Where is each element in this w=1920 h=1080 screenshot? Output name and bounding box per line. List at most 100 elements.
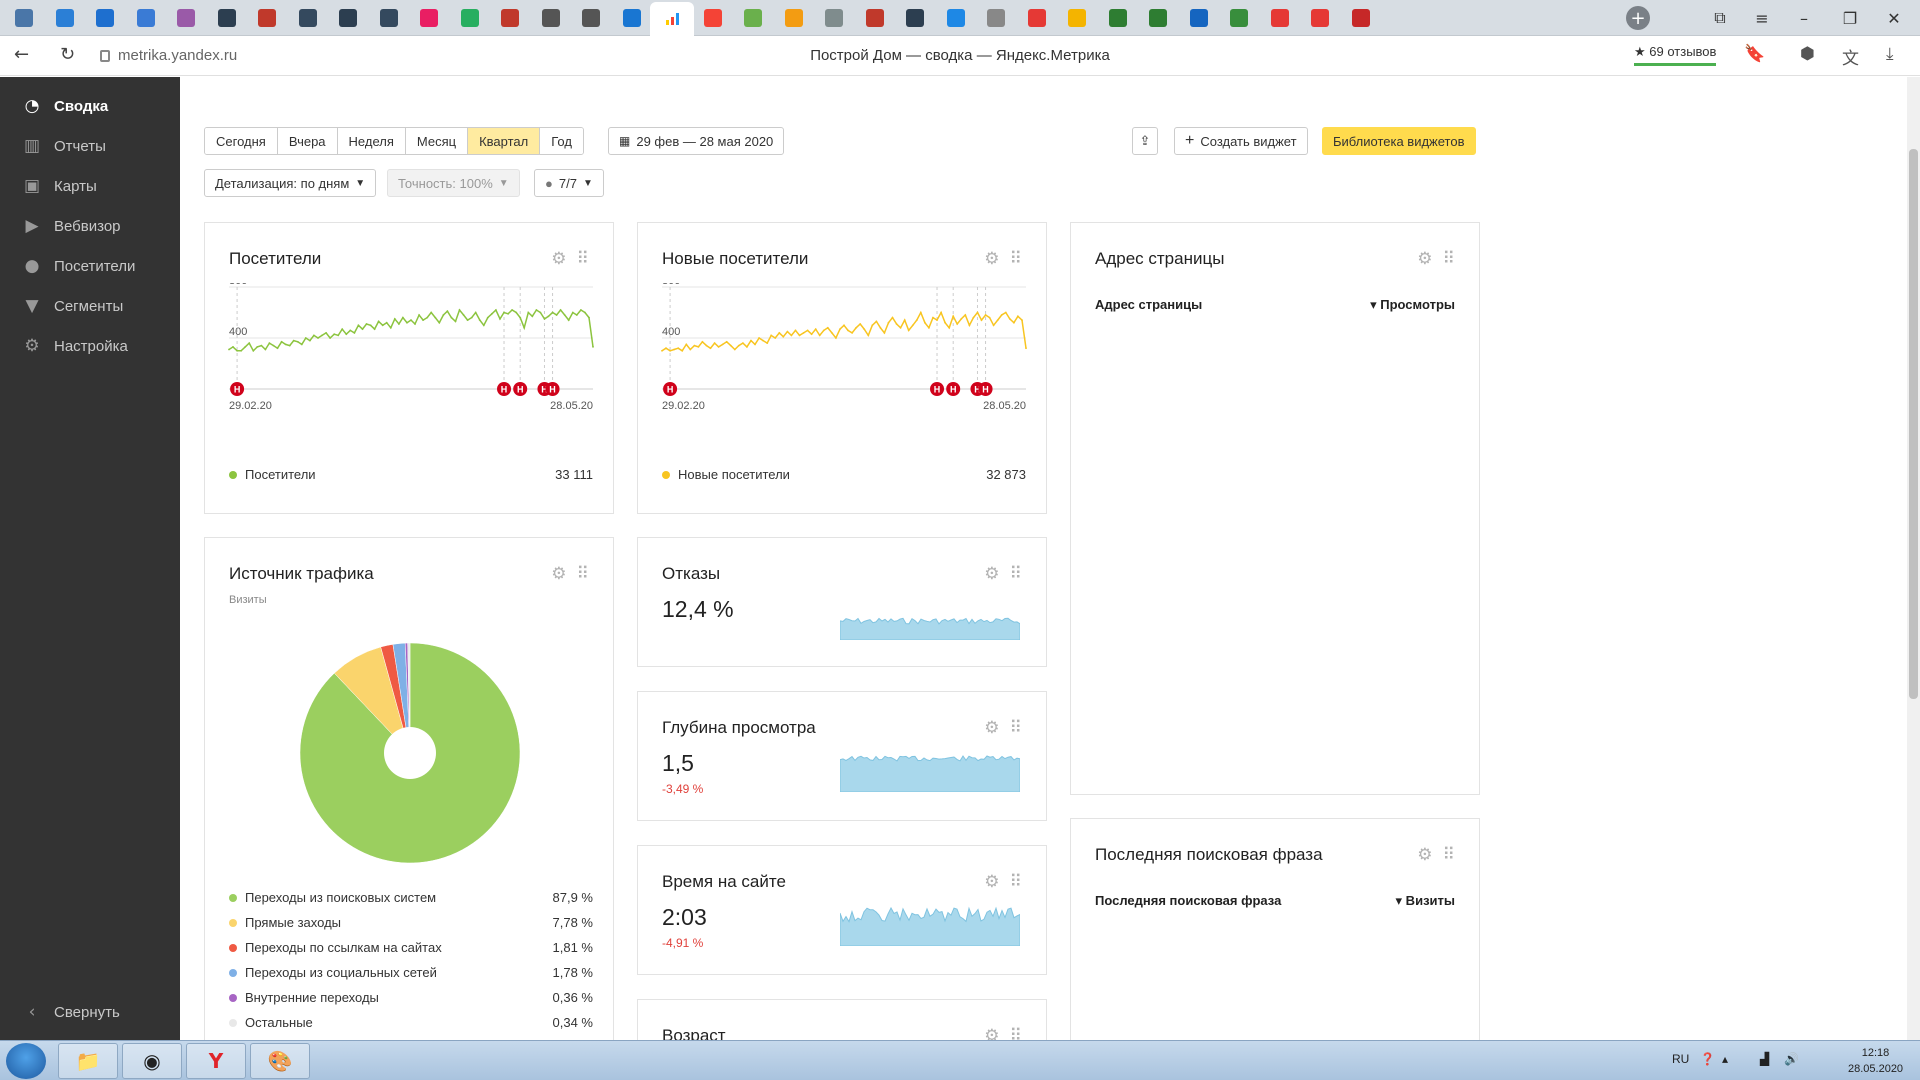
browser-tab[interactable] — [326, 3, 370, 33]
browser-tab[interactable] — [286, 3, 330, 33]
browser-tab[interactable] — [488, 3, 532, 33]
reviews-badge[interactable]: ★ 69 отзывов — [1634, 44, 1717, 66]
browser-tab[interactable] — [1339, 3, 1383, 33]
browser-tab[interactable] — [1217, 3, 1261, 33]
browser-tab[interactable] — [407, 3, 451, 33]
extension-icon[interactable]: ⬢ — [1800, 44, 1815, 64]
gear-icon[interactable]: ⚙ — [984, 1026, 999, 1040]
new-tab-button[interactable]: + — [1626, 6, 1650, 30]
drag-handle-icon[interactable]: ⠿ — [1010, 249, 1022, 269]
sidebar-item-segments[interactable]: ▼ Сегменты — [22, 294, 123, 318]
sidebar-item-reports[interactable]: ▥ Отчеты — [22, 134, 106, 158]
explorer-icon[interactable]: 📁 — [58, 1043, 118, 1079]
browser-tab[interactable] — [934, 3, 978, 33]
legend-item[interactable]: Переходы из поисковых систем 87,9 % — [229, 890, 593, 905]
paint-icon[interactable]: 🎨 — [250, 1043, 310, 1079]
gear-icon[interactable]: ⚙ — [984, 249, 999, 269]
browser-tab[interactable] — [772, 3, 816, 33]
sidebar-item-settings[interactable]: ⚙ Настройка — [22, 334, 127, 358]
period-year[interactable]: Год — [540, 128, 583, 154]
system-clock[interactable]: 12:18 28.05.2020 — [1848, 1045, 1903, 1077]
browser-tab[interactable] — [610, 3, 654, 33]
minimize-icon[interactable]: – — [1790, 4, 1818, 32]
drag-handle-icon[interactable]: ⠿ — [1010, 564, 1022, 584]
browser-tab[interactable] — [1015, 3, 1059, 33]
browser-tab[interactable] — [812, 3, 856, 33]
browser-tab[interactable] — [1096, 3, 1140, 33]
url-field[interactable]: metrika.yandex.ru — [100, 47, 237, 64]
gear-icon[interactable]: ⚙ — [551, 249, 566, 269]
browser-tab[interactable] — [529, 3, 573, 33]
legend-item[interactable]: Переходы из социальных сетей 1,78 % — [229, 965, 593, 980]
detail-dropdown[interactable]: Детализация: по дням ▼ — [204, 169, 377, 197]
tabs-icon[interactable]: ⧉ — [1706, 4, 1734, 32]
browser-tab[interactable] — [1177, 3, 1221, 33]
export-button[interactable]: ⇪ — [1132, 127, 1158, 155]
sidebar-item-summary[interactable]: ◔ Сводка — [22, 94, 109, 118]
browser-tab[interactable] — [245, 3, 289, 33]
sidebar-item-webvisor[interactable]: ▶ Вебвизор — [22, 214, 120, 238]
gear-icon[interactable]: ⚙ — [984, 718, 999, 738]
gear-icon[interactable]: ⚙ — [1417, 845, 1432, 865]
restore-icon[interactable]: ❐ — [1836, 4, 1864, 32]
browser-tab[interactable] — [1055, 3, 1099, 33]
browser-tab[interactable] — [1136, 3, 1180, 33]
download-icon[interactable]: ⤓ — [1886, 44, 1894, 64]
drag-handle-icon[interactable]: ⠿ — [577, 249, 589, 269]
drag-handle-icon[interactable]: ⠿ — [1443, 845, 1455, 865]
browser-tab[interactable] — [974, 3, 1018, 33]
browser-tab[interactable] — [853, 3, 897, 33]
close-icon[interactable]: ✕ — [1880, 4, 1908, 32]
chrome-icon[interactable]: ◉ — [122, 1043, 182, 1079]
browser-tab[interactable] — [83, 3, 127, 33]
date-range-button[interactable]: ▦ 29 фев — 28 мая 2020 — [608, 127, 785, 155]
drag-handle-icon[interactable]: ⠿ — [1443, 249, 1455, 269]
browser-tab[interactable] — [164, 3, 208, 33]
browser-tab[interactable] — [650, 2, 694, 36]
browser-tab[interactable] — [691, 3, 735, 33]
language-indicator[interactable]: RU — [1672, 1052, 1689, 1066]
sort-column-header[interactable]: ▾ Просмотры — [1370, 297, 1455, 313]
help-icon[interactable]: ❓ — [1700, 1052, 1715, 1066]
yandex-browser-icon[interactable]: Y — [186, 1043, 246, 1079]
network-icon[interactable]: ▟ — [1760, 1052, 1769, 1066]
start-button[interactable] — [6, 1043, 46, 1079]
browser-tab[interactable] — [367, 3, 411, 33]
browser-tab[interactable] — [1298, 3, 1342, 33]
sidebar-collapse[interactable]: ‹ Свернуть — [22, 1000, 120, 1024]
browser-tab[interactable] — [124, 3, 168, 33]
back-icon[interactable]: ← — [14, 44, 29, 65]
segments-dropdown[interactable]: ● 7/7 ▼ — [534, 169, 604, 197]
drag-handle-icon[interactable]: ⠿ — [1010, 1026, 1022, 1040]
drag-handle-icon[interactable]: ⠿ — [1010, 718, 1022, 738]
tray-arrow-icon[interactable]: ▴ — [1722, 1052, 1728, 1066]
legend-item[interactable]: Внутренние переходы 0,36 % — [229, 990, 593, 1005]
legend-item[interactable]: Переходы по ссылкам на сайтах 1,81 % — [229, 940, 593, 955]
gear-icon[interactable]: ⚙ — [984, 872, 999, 892]
browser-tab[interactable] — [893, 3, 937, 33]
page-scrollbar[interactable] — [1907, 77, 1920, 1040]
sidebar-item-visitors[interactable]: ● Посетители — [22, 254, 136, 278]
gear-icon[interactable]: ⚙ — [1417, 249, 1432, 269]
period-yesterday[interactable]: Вчера — [277, 128, 338, 154]
bookmark-icon[interactable]: 🔖 — [1744, 44, 1765, 64]
browser-tab[interactable] — [731, 3, 775, 33]
browser-tab[interactable] — [448, 3, 492, 33]
period-week[interactable]: Неделя — [337, 128, 406, 154]
volume-icon[interactable]: 🔊 — [1784, 1052, 1799, 1066]
browser-tab[interactable] — [205, 3, 249, 33]
legend-item[interactable]: Остальные 0,34 % — [229, 1015, 593, 1030]
drag-handle-icon[interactable]: ⠿ — [577, 564, 589, 584]
sidebar-item-maps[interactable]: ▣ Карты — [22, 174, 97, 198]
reload-icon[interactable]: ↻ — [60, 44, 75, 65]
period-month[interactable]: Месяц — [405, 128, 469, 154]
menu-icon[interactable]: ≡ — [1748, 4, 1776, 32]
gear-icon[interactable]: ⚙ — [984, 564, 999, 584]
widget-library-button[interactable]: Библиотека виджетов — [1322, 127, 1476, 155]
legend-item[interactable]: Прямые заходы 7,78 % — [229, 915, 593, 930]
gear-icon[interactable]: ⚙ — [551, 564, 566, 584]
browser-tab[interactable] — [1258, 3, 1302, 33]
scrollbar-thumb[interactable] — [1909, 149, 1918, 699]
browser-tab[interactable] — [2, 3, 46, 33]
create-widget-button[interactable]: + Создать виджет — [1174, 127, 1308, 155]
